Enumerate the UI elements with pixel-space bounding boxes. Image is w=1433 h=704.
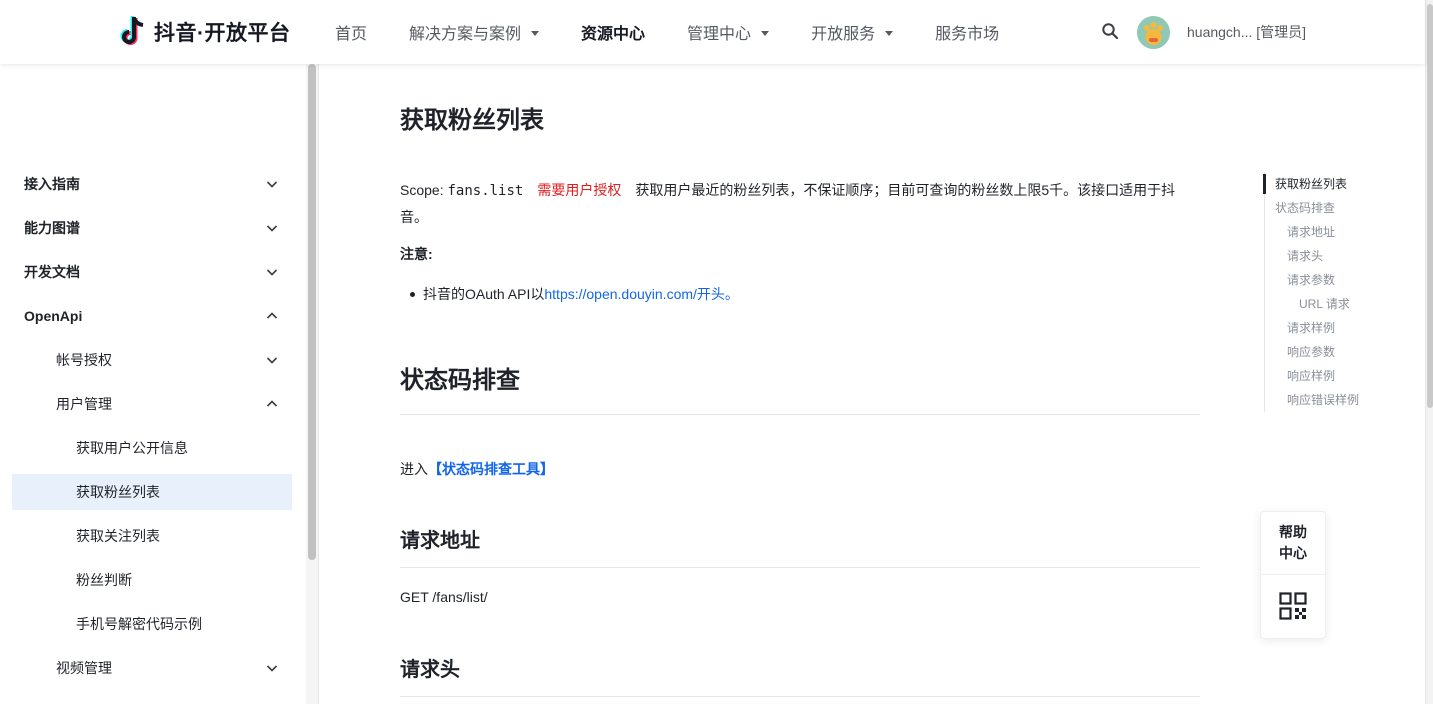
scope-code: fans.list	[447, 183, 524, 199]
toc-item-4[interactable]: 请求参数	[1265, 268, 1404, 292]
help-label-line2: 中心	[1279, 545, 1307, 561]
toc-item-7[interactable]: 响应参数	[1265, 340, 1404, 364]
sidebar-item-2[interactable]: 开发文档	[12, 254, 292, 290]
bullet-suffix[interactable]: 开头。	[697, 284, 739, 304]
nav-item-label: 解决方案与案例	[409, 26, 522, 43]
search-icon[interactable]	[1101, 22, 1119, 40]
sidebar-item-label: 手机号解密代码示例	[76, 616, 202, 632]
nav-item-3[interactable]: 管理中心	[687, 20, 770, 44]
nav-item-label: 管理中心	[687, 26, 752, 43]
floating-help-panel: 帮助 中心	[1260, 511, 1326, 639]
scope-line: Scope: fans.list 需要用户授权 获取用户最近的粉丝列表，不保证顺序；…	[400, 177, 1190, 230]
sidebar-item-3[interactable]: OpenApi	[12, 298, 292, 334]
sidebar-item-6[interactable]: 获取用户公开信息	[12, 430, 292, 466]
nav-item-label: 开放服务	[811, 26, 876, 43]
top-header: 抖音·开放平台 首页 解决方案与案例 资源中心 管理中心 开放服务 服务市场 huangc…	[0, 0, 1425, 64]
sidebar-item-label: 获取粉丝列表	[76, 484, 160, 500]
toc-item-9[interactable]: 响应错误样例	[1265, 388, 1404, 412]
status-code-tool-link[interactable]: 【状态码排查工具】	[428, 461, 554, 477]
chevron-up-icon	[266, 400, 278, 407]
chevron-down-icon	[266, 665, 278, 672]
sidebar-item-8[interactable]: 获取关注列表	[12, 518, 292, 554]
nav-item-5[interactable]: 服务市场	[935, 20, 999, 44]
toc-item-8[interactable]: 响应样例	[1265, 364, 1404, 388]
help-center-button[interactable]: 帮助 中心	[1261, 512, 1325, 575]
nav-item-label: 资源中心	[581, 26, 646, 43]
sidebar-item-10[interactable]: 手机号解密代码示例	[12, 606, 292, 642]
qr-code-icon[interactable]	[1279, 592, 1307, 620]
divider	[400, 414, 1200, 415]
page-scrollbar[interactable]	[1427, 4, 1433, 408]
sidebar-item-4[interactable]: 帐号授权	[12, 342, 292, 378]
request-url: GET /fans/list/	[400, 589, 488, 605]
status-prefix: 进入	[400, 461, 428, 477]
sidebar-scrollbar[interactable]	[308, 64, 316, 560]
sidebar-item-label: OpenApi	[24, 308, 83, 324]
sidebar-item-label: 获取用户公开信息	[76, 440, 188, 456]
divider	[400, 567, 1200, 568]
toc-item-1[interactable]: 状态码排查	[1265, 196, 1404, 220]
sidebar-item-11[interactable]: 视频管理	[12, 650, 292, 686]
sidebar-item-1[interactable]: 能力图谱	[12, 210, 292, 246]
help-label-line1: 帮助	[1279, 524, 1307, 540]
sidebar-item-9[interactable]: 粉丝判断	[12, 562, 292, 598]
sidebar-item-label: 用户管理	[56, 396, 112, 412]
scope-prefix: Scope:	[400, 182, 448, 198]
toc-item-5[interactable]: URL 请求	[1265, 292, 1404, 316]
nav-item-4[interactable]: 开放服务	[811, 20, 894, 44]
nav-item-label: 首页	[335, 26, 368, 43]
logo-text: 抖音·开放平台	[154, 22, 291, 45]
sidebar-item-label: 粉丝判断	[76, 572, 132, 588]
toc-item-2[interactable]: 请求地址	[1265, 220, 1404, 244]
bullet-prefix: 抖音的OAuth API以	[423, 286, 545, 302]
request-url-heading: 请求地址	[400, 530, 480, 552]
chevron-down-icon	[266, 357, 278, 364]
nav-item-2[interactable]: 资源中心	[581, 20, 645, 44]
chevron-up-icon	[266, 312, 278, 319]
toc-item-3[interactable]: 请求头	[1265, 244, 1404, 268]
sidebar-item-label: 获取关注列表	[76, 528, 160, 544]
chevron-down-icon	[266, 269, 278, 276]
main-nav: 首页 解决方案与案例 资源中心 管理中心 开放服务 服务市场	[335, 0, 1041, 64]
toc-item-6[interactable]: 请求样例	[1265, 316, 1404, 340]
page-title: 获取粉丝列表	[400, 107, 544, 134]
caret-down-icon	[531, 30, 540, 36]
douyin-logo-icon	[120, 16, 144, 45]
sidebar-item-5[interactable]: 用户管理	[12, 386, 292, 422]
sidebar-item-label: 开发文档	[24, 264, 80, 280]
sidebar-item-label: 能力图谱	[24, 220, 80, 236]
divider	[400, 696, 1200, 697]
nav-item-label: 服务市场	[935, 26, 1000, 43]
nav-item-1[interactable]: 解决方案与案例	[409, 20, 540, 44]
status-tool-line: 进入【状态码排查工具】	[400, 459, 554, 479]
sidebar-item-7[interactable]: 获取粉丝列表	[12, 474, 292, 510]
sidebar-item-label: 接入指南	[24, 176, 80, 192]
note-label: 注意:	[400, 246, 433, 262]
caret-down-icon	[761, 30, 770, 36]
caret-down-icon	[885, 30, 894, 36]
bullet-dot	[410, 291, 415, 297]
chevron-down-icon	[266, 225, 278, 232]
avatar-image	[1137, 16, 1170, 49]
auth-required-badge: 需要用户授权	[537, 182, 622, 198]
open-douyin-link[interactable]: https://open.douyin.com/	[544, 286, 697, 302]
sidebar: 接入指南能力图谱开发文档 OpenApi 帐号授权用户管理获取用户公开信息 获取粉丝列…	[0, 64, 319, 704]
note-bullet: 抖音的OAuth API以 https://open.douyin.com/开头。	[410, 284, 739, 304]
status-code-heading: 状态码排查	[400, 367, 520, 394]
avatar[interactable]	[1137, 16, 1170, 49]
nav-item-0[interactable]: 首页	[335, 20, 367, 44]
request-header-heading: 请求头	[400, 659, 460, 681]
sidebar-item-label: 帐号授权	[56, 352, 112, 368]
sidebar-item-label: 视频管理	[56, 660, 112, 676]
chevron-down-icon	[266, 181, 278, 188]
toc-item-0[interactable]: 获取粉丝列表	[1263, 172, 1404, 196]
table-of-contents: 获取粉丝列表 状态码排查 请求地址 请求头 请求参数 URL 请求 请求样例 响应参数 响应样例…	[1263, 172, 1404, 412]
sidebar-item-0[interactable]: 接入指南	[12, 166, 292, 202]
douyin-open-platform-logo[interactable]: 抖音·开放平台	[118, 14, 291, 50]
user-name[interactable]: huangch... [管理员]	[1187, 22, 1306, 42]
